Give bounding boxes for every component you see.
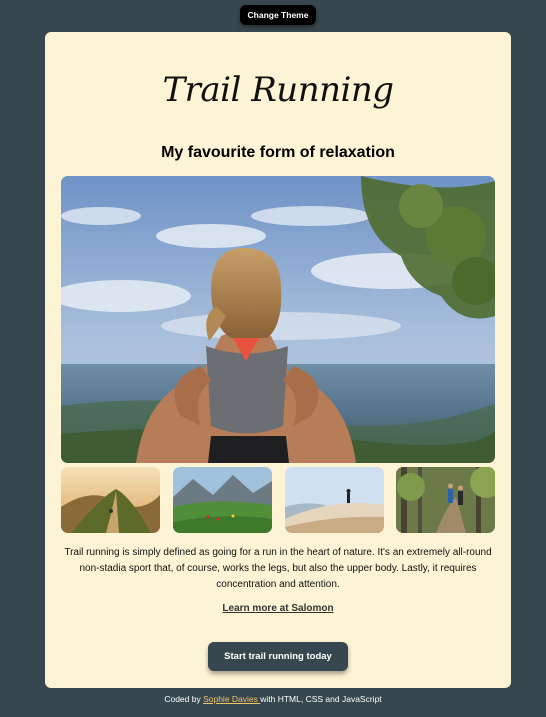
page-subtitle: My favourite form of relaxation	[161, 144, 395, 161]
thumbnail-forest-trail[interactable]	[396, 467, 495, 533]
footer-prefix: Coded by	[164, 694, 204, 704]
learn-more-link[interactable]: Learn more at Salomon	[45, 603, 511, 614]
footer: Coded by Sophie Davies with HTML, CSS an…	[0, 694, 546, 704]
description-text: Trail running is simply defined as going…	[64, 547, 492, 590]
page-title: Trail Running	[162, 70, 394, 110]
thumbnail-alpine-meadow[interactable]	[173, 467, 272, 533]
thumbnail-snowy-slope[interactable]	[285, 467, 384, 533]
hero-image	[61, 176, 495, 463]
thumbnail-strip	[61, 467, 495, 533]
footer-suffix: with HTML, CSS and JavaScript	[260, 694, 382, 704]
content-card: Trail Running My favourite form of relax…	[45, 32, 511, 688]
start-trail-running-button[interactable]: Start trail running today	[208, 642, 348, 671]
author-link[interactable]: Sophie Davies	[203, 694, 260, 704]
change-theme-button[interactable]: Change Theme	[240, 5, 316, 25]
thumbnail-ridge-sunset[interactable]	[61, 467, 160, 533]
